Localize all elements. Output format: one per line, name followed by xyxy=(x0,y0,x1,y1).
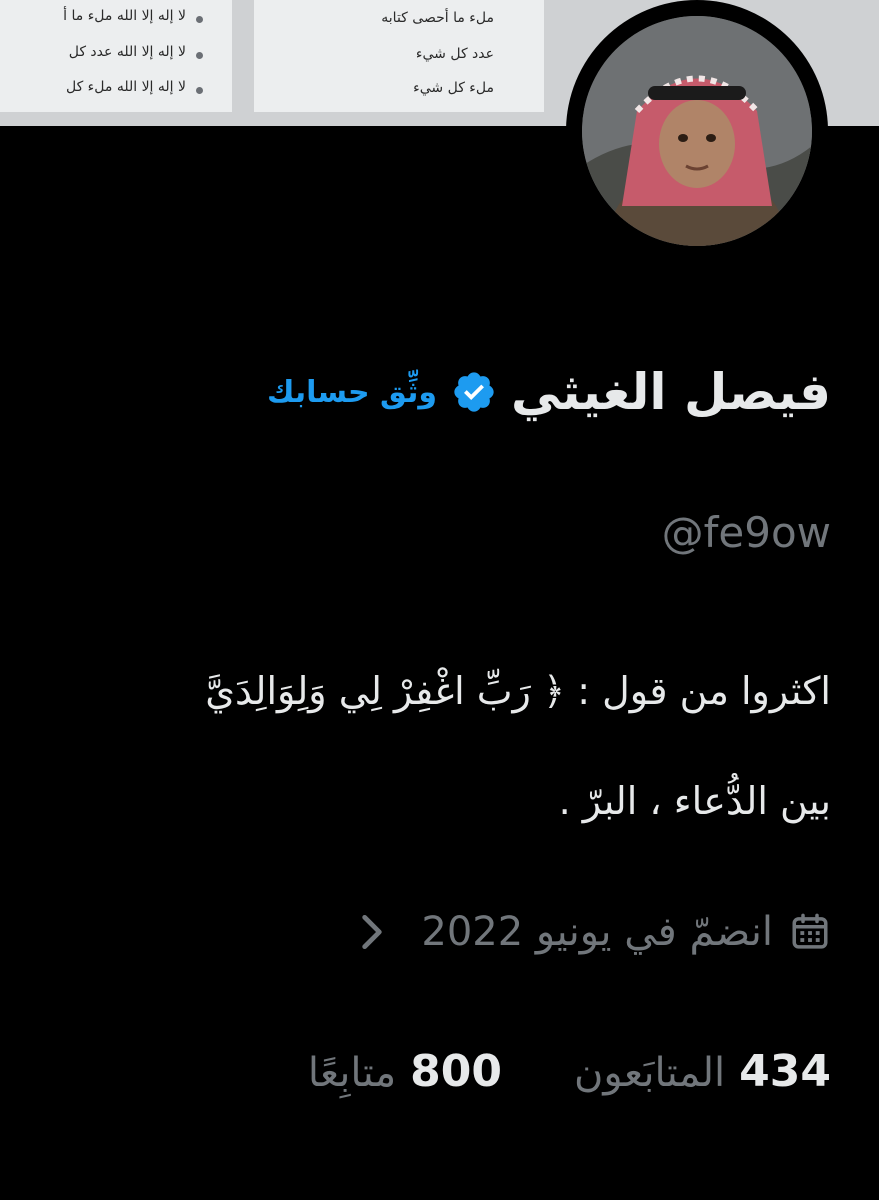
avatar-image xyxy=(582,16,812,246)
profile-handle: @fe9ow xyxy=(661,508,831,557)
joined-date-text: انضمّ في يونيو 2022 xyxy=(421,909,773,955)
followers-count: 434 xyxy=(739,1045,831,1097)
following-count: 800 xyxy=(410,1045,502,1097)
follow-stats: 434 المتابَعون 800 متابِعًا xyxy=(308,1036,831,1106)
banner-line: لا إله إلا الله ملء ما أ xyxy=(63,8,186,24)
followers-stat[interactable]: 434 المتابَعون xyxy=(574,1046,831,1097)
calendar-icon xyxy=(792,913,828,949)
bullet-icon xyxy=(196,87,203,94)
verify-account-link[interactable]: وثِّق حسابك xyxy=(267,375,437,410)
banner-line: لا إله إلا الله ملء كل xyxy=(65,79,186,95)
followers-label: المتابَعون xyxy=(573,1049,726,1096)
bullet-icon xyxy=(196,16,203,23)
joined-date-row[interactable]: انضمّ في يونيو 2022 xyxy=(357,902,831,962)
banner-line: لا إله إلا الله عدد كل xyxy=(68,44,186,60)
banner-panel-left: لا إله إلا الله ملء ما أ لا إله إلا الله… xyxy=(0,0,232,112)
bio-line: اكثروا من قول : ﴿ رَبِّ اغْفِرْ لِي وَلِ… xyxy=(205,669,831,713)
banner-line: ملء ما أحصى كتابه xyxy=(381,10,494,26)
display-name: فيصل الغيثي xyxy=(511,363,831,421)
bio-line: بين الدُّعاء ، البرّ . xyxy=(558,779,831,823)
banner-panel-right: ملء ما أحصى كتابه عدد كل شيء ملء كل شيء xyxy=(254,0,544,112)
chevron-right-icon[interactable] xyxy=(357,910,387,954)
following-label: متابِعًا xyxy=(307,1049,397,1096)
name-row: فيصل الغيثي وثِّق حسابك xyxy=(267,352,831,432)
avatar-photo-icon xyxy=(582,16,812,246)
banner-line: ملء كل شيء xyxy=(413,80,494,96)
profile-avatar[interactable] xyxy=(566,0,828,262)
following-stat[interactable]: 800 متابِعًا xyxy=(308,1046,502,1097)
banner-line: عدد كل شيء xyxy=(415,46,494,62)
verified-badge-icon[interactable] xyxy=(451,369,497,415)
profile-bio: اكثروا من قول : ﴿ رَبِّ اغْفِرْ لِي وَلِ… xyxy=(0,636,831,856)
bullet-icon xyxy=(196,52,203,59)
